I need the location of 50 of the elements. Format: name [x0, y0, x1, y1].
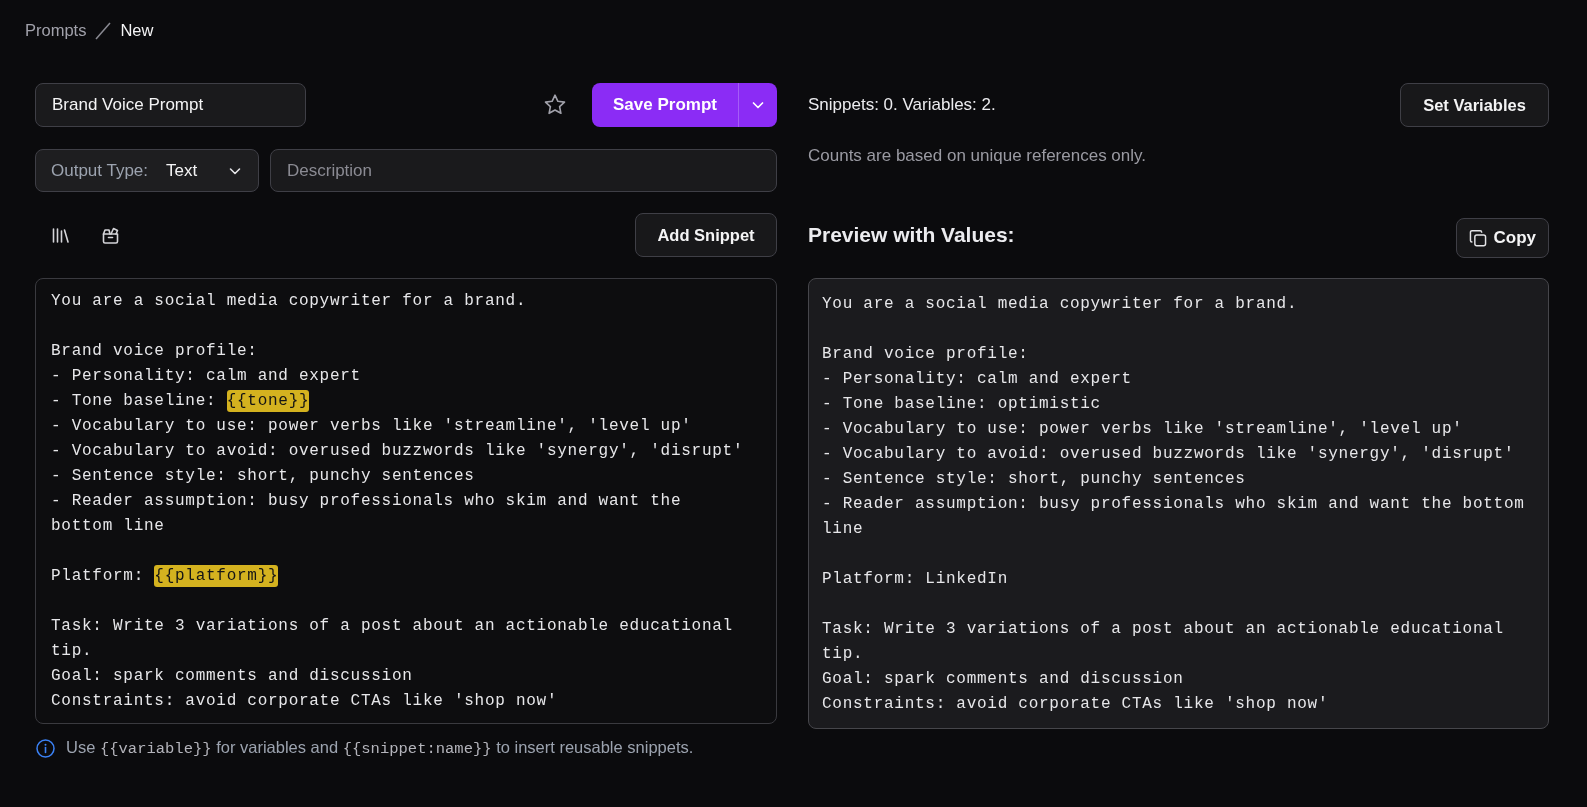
- preview-text: Brand voice profile:: [822, 345, 1029, 363]
- preview-text: - Tone baseline: optimistic: [822, 395, 1101, 413]
- separator-icon: [95, 21, 112, 40]
- prompt-name-field[interactable]: Brand Voice Prompt: [35, 83, 306, 127]
- editor-text: - Tone baseline:: [51, 392, 218, 410]
- preview-text: You are a social media copywriter for a brand.: [822, 295, 1298, 313]
- counts-note: Counts are based on unique references only.: [808, 146, 1148, 166]
- description-field[interactable]: Description: [270, 149, 777, 192]
- editor-text: Constraints: avoid corporate CTAs like 'shop now': [51, 692, 558, 710]
- star-icon[interactable]: [543, 93, 567, 117]
- books-icon[interactable]: [51, 225, 70, 245]
- info-icon: [36, 738, 55, 758]
- editor-text: bottom line: [51, 517, 165, 535]
- editor-text: Task: Write 3 variations of a post about an actionable educational: [51, 617, 733, 635]
- preview-text: Constraints: avoid corporate CTAs like 'shop now': [822, 695, 1329, 713]
- preview-text: - Sentence style: short, punchy sentences: [822, 470, 1246, 488]
- output-type-select[interactable]: Output Type: Text: [35, 149, 259, 192]
- counts-summary: Snippets: 0. Variables: 2.: [808, 95, 996, 115]
- preview-text: - Personality: calm and expert: [822, 370, 1132, 388]
- preview-text: line: [822, 520, 864, 538]
- preview-text: Task: Write 3 variations of a post about an actionable educational: [822, 620, 1504, 638]
- preview-text: Platform: LinkedIn: [822, 570, 1008, 588]
- open-box-icon[interactable]: [101, 225, 120, 245]
- editor-text: - Personality: calm and expert: [51, 367, 361, 385]
- preview-text: - Vocabulary to avoid: overused buzzwords like 'synergy', 'disrupt': [822, 445, 1515, 463]
- variable-highlight: {{tone}}: [226, 390, 310, 412]
- editor-text: Platform:: [51, 567, 145, 585]
- editor-text: tip.: [51, 642, 93, 660]
- editor-text: Goal: spark comments and discussion: [51, 667, 413, 685]
- editor-text: - Vocabulary to use: power verbs like 'streamline', 'level up': [51, 417, 692, 435]
- add-snippet-button[interactable]: Add Snippet: [635, 213, 777, 257]
- copy-icon: [1469, 228, 1488, 248]
- current-page-label: New: [120, 20, 154, 41]
- preview-title: Preview with Values:: [808, 223, 1015, 247]
- editor-text: Brand voice profile:: [51, 342, 258, 360]
- breadcrumb-link[interactable]: Prompts: [25, 20, 87, 41]
- preview-text: - Reader assumption: busy professionals who skim and want the bottom: [822, 495, 1525, 513]
- variable-highlight: {{platform}}: [154, 565, 279, 587]
- prompt-editor[interactable]: [35, 278, 777, 724]
- help-text: Use {{variable}} for variables and {{snippet:name}} to insert reusable snippets.: [66, 738, 694, 758]
- set-variables-button[interactable]: Set Variables: [1400, 83, 1549, 127]
- editor-text: You are a social media copywriter for a brand.: [51, 292, 527, 310]
- editor-text: - Sentence style: short, punchy sentences: [51, 467, 475, 485]
- preview-text: tip.: [822, 645, 864, 663]
- preview-text: - Vocabulary to use: power verbs like 'streamline', 'level up': [822, 420, 1463, 438]
- save-prompt-button[interactable]: Save Prompt: [592, 83, 738, 127]
- preview-text: Goal: spark comments and discussion: [822, 670, 1184, 688]
- editor-text: - Vocabulary to avoid: overused buzzwords like 'synergy', 'disrupt': [51, 442, 744, 460]
- editor-text: - Reader assumption: busy professionals who skim and want the: [51, 492, 682, 510]
- copy-button[interactable]: Copy: [1456, 218, 1549, 258]
